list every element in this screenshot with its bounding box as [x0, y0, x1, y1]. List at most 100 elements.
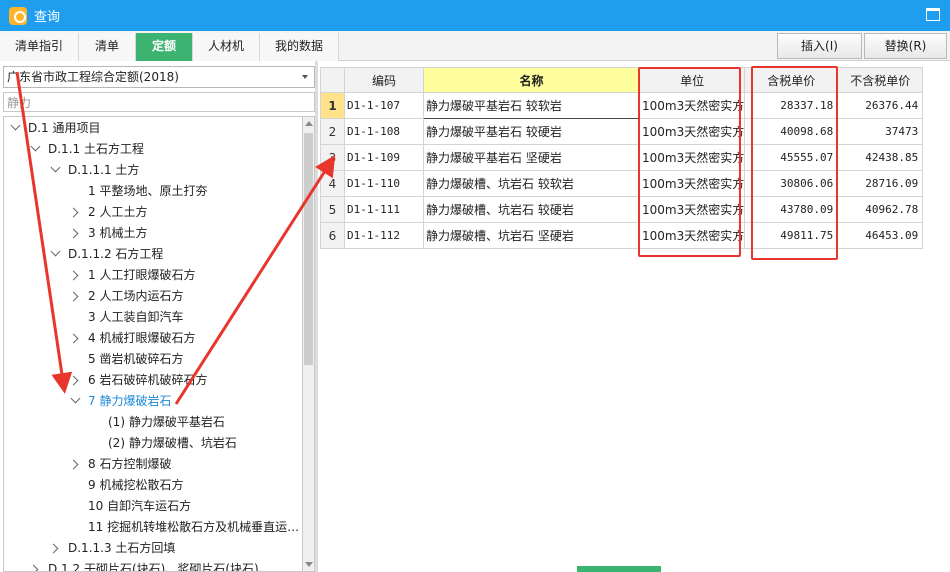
quota-library-value: 广东省市政工程综合定额(2018) — [7, 70, 179, 84]
chevron-right-icon[interactable] — [68, 270, 79, 281]
chevron-right-icon[interactable] — [68, 228, 79, 239]
tree-node-label: 9 机械挖松散石方 — [88, 478, 184, 492]
row-number[interactable]: 3 — [320, 144, 345, 171]
chevron-right-icon[interactable] — [28, 564, 39, 571]
chevron-down-icon — [302, 75, 308, 79]
replace-button[interactable]: 替换(R) — [864, 33, 947, 59]
cell-name[interactable]: 静力爆破平基岩石 坚硬岩 — [423, 144, 640, 171]
scroll-thumb[interactable] — [304, 133, 313, 365]
tree-node[interactable]: 11 挖掘机转堆松散石方及机械垂直运… — [70, 517, 299, 537]
quota-tree: D.1 通用项目 D.1.1 土石方工程 D.1.1.1 土方 1 平整场地、原土打夯… — [3, 116, 302, 572]
price-highlight-box — [751, 66, 838, 260]
insert-button[interactable]: 插入(I) — [777, 33, 862, 59]
cell-name[interactable]: 静力爆破平基岩石 较硬岩 — [423, 118, 640, 145]
tree-node[interactable]: 7 静力爆破岩石 — [70, 391, 171, 411]
header-code[interactable]: 编码 — [344, 67, 424, 93]
row-number[interactable]: 4 — [320, 170, 345, 197]
cell-code[interactable]: D1-1-111 — [344, 196, 424, 223]
tree-node-label: 5 凿岩机破碎石方 — [88, 352, 184, 366]
header-name[interactable]: 名称 — [423, 67, 640, 93]
header-price-notax[interactable]: 不含税单价 — [837, 67, 924, 93]
row-number[interactable]: 6 — [320, 222, 345, 249]
tree-node-label: 2 人工土方 — [88, 205, 148, 219]
chevron-right-icon[interactable] — [48, 543, 59, 554]
tree-node[interactable]: D.1.1 土石方工程 — [30, 139, 144, 159]
cell-price-notax[interactable]: 37473 — [837, 118, 924, 145]
tree-node[interactable]: 8 石方控制爆破 — [68, 454, 171, 474]
tree-node-label: 11 挖掘机转堆松散石方及机械垂直运… — [88, 520, 300, 534]
tree-scrollbar[interactable] — [302, 116, 315, 572]
cell-code[interactable]: D1-1-112 — [344, 222, 424, 249]
tree-node[interactable]: 1 人工打眼爆破石方 — [68, 265, 195, 285]
chevron-down-icon[interactable] — [10, 120, 21, 131]
chevron-right-icon[interactable] — [68, 459, 79, 470]
cell-price-notax[interactable]: 26376.44 — [837, 92, 924, 119]
chevron-down-icon[interactable] — [50, 162, 61, 173]
bottom-splitter-handle[interactable] — [577, 566, 661, 572]
tab-my-data[interactable]: 我的数据 — [260, 33, 339, 61]
tree-node[interactable]: 2 人工场内运石方 — [68, 286, 184, 306]
tree-node[interactable]: D.1.1.2 石方工程 — [50, 244, 163, 264]
row-number[interactable]: 2 — [320, 118, 345, 145]
tree-node[interactable]: 4 机械打眼爆破石方 — [68, 328, 196, 348]
tree-node-label: 1 平整场地、原土打夯 — [88, 184, 208, 198]
tree-node[interactable]: (2) 静力爆破槽、坑岩石 — [90, 433, 237, 453]
cell-price-notax[interactable]: 42438.85 — [837, 144, 924, 171]
chevron-right-icon[interactable] — [68, 207, 79, 218]
window-title: 查询 — [34, 10, 61, 25]
tree-node-label: 4 机械打眼爆破石方 — [88, 331, 196, 345]
tree-node[interactable]: 6 岩石破碎机破碎石方 — [68, 370, 207, 390]
chevron-down-icon[interactable] — [30, 141, 41, 152]
chevron-down-icon[interactable] — [70, 393, 81, 404]
tab-bill[interactable]: 清单 — [79, 33, 136, 61]
tree-node[interactable]: D.1 通用项目 — [10, 118, 101, 138]
tree-node-label: 7 静力爆破岩石 — [88, 394, 172, 408]
tree-node[interactable]: 9 机械挖松散石方 — [70, 475, 183, 495]
tab-labor-material-machine[interactable]: 人材机 — [193, 33, 260, 61]
cell-price-notax[interactable]: 28716.09 — [837, 170, 924, 197]
title-bar: 查询 — [0, 0, 950, 31]
tree-node[interactable]: (1) 静力爆破平基岩石 — [90, 412, 225, 432]
tree-node[interactable]: 3 机械土方 — [68, 223, 148, 243]
tree-node-label: (2) 静力爆破槽、坑岩石 — [108, 436, 237, 450]
query-window: 查询 清单指引 清单 定额 人材机 我的数据 插入(I) 替换(R) 广东省市政… — [0, 0, 950, 572]
search-input[interactable] — [3, 92, 315, 112]
chevron-right-icon[interactable] — [68, 375, 79, 386]
tree-node-label: 3 人工装自卸汽车 — [88, 310, 184, 324]
cell-code[interactable]: D1-1-109 — [344, 144, 424, 171]
row-number[interactable]: 1 — [320, 92, 345, 119]
tree-node[interactable]: 1 平整场地、原土打夯 — [70, 181, 207, 201]
cell-price-notax[interactable]: 40962.78 — [837, 196, 924, 223]
chevron-right-icon[interactable] — [68, 291, 79, 302]
tree-node[interactable]: 5 凿岩机破碎石方 — [70, 349, 183, 369]
chevron-right-icon[interactable] — [68, 333, 79, 344]
chevron-down-icon[interactable] — [50, 246, 61, 257]
cell-code[interactable]: D1-1-107 — [344, 92, 424, 119]
scroll-up-icon[interactable] — [305, 121, 313, 126]
tree-node[interactable]: 2 人工土方 — [68, 202, 148, 222]
tab-bill-guide[interactable]: 清单指引 — [0, 33, 79, 61]
cell-code[interactable]: D1-1-110 — [344, 170, 424, 197]
tree-node[interactable]: D.1.1.1 土方 — [50, 160, 139, 180]
pane-splitter[interactable] — [315, 61, 318, 572]
cell-name[interactable]: 静力爆破槽、坑岩石 较硬岩 — [423, 196, 640, 223]
tree-node-label: D.1 通用项目 — [28, 121, 101, 135]
tree-node-label: D.1.1.2 石方工程 — [68, 247, 164, 261]
tree-node[interactable]: 3 人工装自卸汽车 — [70, 307, 183, 327]
maximize-icon[interactable] — [926, 8, 940, 21]
cell-name[interactable]: 静力爆破槽、坑岩石 较软岩 — [423, 170, 640, 197]
tree-node[interactable]: 10 自卸汽车运石方 — [70, 496, 191, 516]
row-number[interactable]: 5 — [320, 196, 345, 223]
tree-node[interactable]: D.1.1.3 土石方回填 — [48, 538, 176, 558]
tree-node[interactable]: D.1.2 干砌片石(块石)、浆砌片石(块石)、… — [28, 559, 283, 571]
cell-name[interactable]: 静力爆破槽、坑岩石 坚硬岩 — [423, 222, 640, 249]
cell-code[interactable]: D1-1-108 — [344, 118, 424, 145]
tree-node-label: D.1.1.3 土石方回填 — [68, 541, 176, 555]
cell-price-notax[interactable]: 46453.09 — [837, 222, 924, 249]
tree-node-label: 2 人工场内运石方 — [88, 289, 184, 303]
quota-library-select[interactable]: 广东省市政工程综合定额(2018) — [3, 66, 315, 88]
cell-name[interactable]: 静力爆破平基岩石 较软岩 — [423, 92, 640, 119]
scroll-down-icon[interactable] — [305, 562, 313, 567]
tree-node-label: 3 机械土方 — [88, 226, 148, 240]
tab-quota[interactable]: 定额 — [136, 33, 193, 61]
